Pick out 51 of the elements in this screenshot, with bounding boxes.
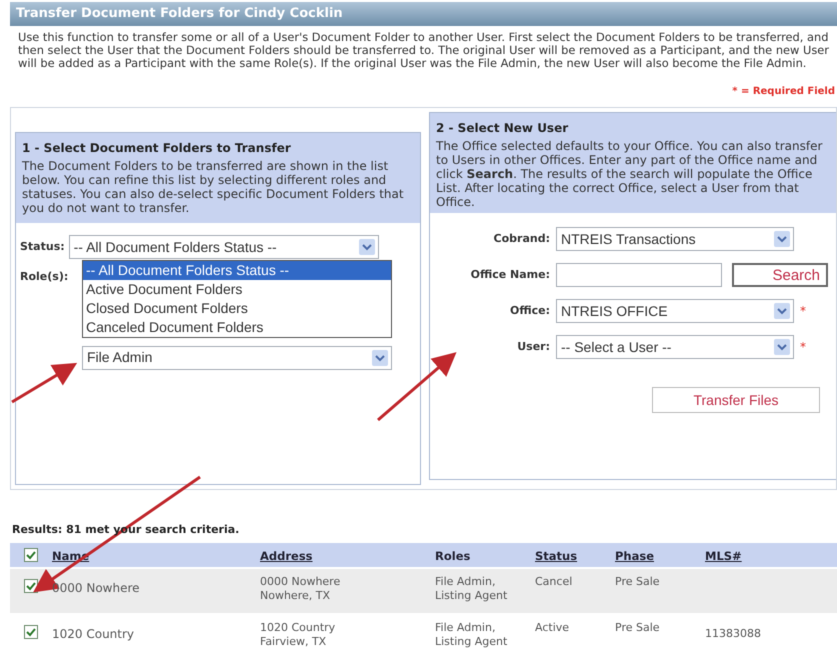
- table-cell-text: Listing Agent: [435, 589, 508, 603]
- checkbox[interactable]: [24, 579, 38, 593]
- dropdown-option[interactable]: Canceled Document Folders: [83, 318, 391, 337]
- field-label: Office Name:: [470, 266, 550, 283]
- required-note: * = Required Field: [731, 85, 836, 99]
- arrow: [11, 362, 78, 404]
- table-cell: Cancel: [535, 575, 572, 588]
- table-cell: 1020 Country: [52, 627, 134, 641]
- table-cell-text: 1020 Country: [260, 621, 336, 635]
- table-cell: 0000 Nowhere: [52, 581, 140, 595]
- required-marker: *: [800, 339, 806, 356]
- table-cell-text: File Admin,: [435, 575, 496, 589]
- input-field[interactable]: [556, 263, 722, 287]
- dropdown[interactable]: NTREIS Transactions: [556, 227, 794, 251]
- intro-text: Use this function to transfer some or all of a User's Document Folder to another User. First select the Document Folders to be transferred, and then select the User that the Document Folders should be transferred to. The original User will be removed as a Participant, and the new User will be added as a Participant with the same Role(s). If the original User was the File Admin, the new User will also become the File Admin.: [17, 29, 830, 70]
- table-cell: Pre Sale: [615, 621, 660, 634]
- checkbox[interactable]: [24, 625, 38, 639]
- column-header-link[interactable]: Status: [535, 549, 578, 563]
- column-header-link[interactable]: Address: [260, 549, 313, 563]
- field-label: Role(s):: [20, 269, 68, 285]
- required-marker: *: [800, 303, 806, 320]
- table-cell: Active: [535, 621, 570, 634]
- dropdown[interactable]: File Admin: [82, 346, 392, 370]
- checkbox[interactable]: [24, 548, 38, 562]
- field-label: Cobrand:: [492, 230, 550, 247]
- dropdown[interactable]: -- All Document Folders Status --: [68, 235, 379, 259]
- field-label: Office:: [509, 302, 550, 319]
- window-title: Transfer Document Folders for Cindy Cocklin: [10, 2, 837, 26]
- dropdown[interactable]: -- Select a User --: [556, 335, 794, 359]
- column-header: Roles: [435, 549, 470, 563]
- field-label: User:: [516, 338, 550, 355]
- table-cell-text: 0000 Nowhere: [260, 575, 342, 589]
- table-cell: Pre Sale: [615, 575, 660, 588]
- table-cell: 11383088: [705, 627, 761, 640]
- panel-text: The Document Folders to be transferred are shown in the list below. You can refine this list by selecting different roles and statuses. You can also de-select specific Document Folders that you do not want to transfer.: [22, 159, 405, 215]
- column-header-link[interactable]: Phase: [615, 549, 654, 563]
- search-button[interactable]: Search: [732, 263, 828, 287]
- table-cell-text: Nowhere, TX: [260, 589, 331, 603]
- table-cell-text: File Admin,: [435, 621, 496, 635]
- field-label: Status:: [20, 238, 65, 255]
- table-cell-text: Listing Agent: [435, 635, 508, 649]
- dropdown-option[interactable]: Closed Document Folders: [83, 299, 391, 318]
- transfer-files-button[interactable]: Transfer Files: [652, 387, 820, 413]
- panel-heading: 2 - Select New User: [436, 120, 570, 137]
- panel-heading: 1 - Select Document Folders to Transfer: [22, 140, 292, 157]
- panel-text: The Office selected defaults to your Office. You can also transfer to Users in other Offices. Enter any part of the Office name and click Search. The results of the search will populate the Office List. After locating the correct Office, select a User from that Office.: [436, 139, 824, 209]
- dropdown[interactable]: NTREIS OFFICE: [556, 299, 794, 323]
- column-header-link[interactable]: MLS#: [705, 549, 742, 563]
- table-cell-text: Fairview, TX: [260, 635, 328, 649]
- dropdown-option[interactable]: -- All Document Folders Status --: [83, 261, 391, 280]
- dropdown-option[interactable]: Active Document Folders: [83, 280, 391, 299]
